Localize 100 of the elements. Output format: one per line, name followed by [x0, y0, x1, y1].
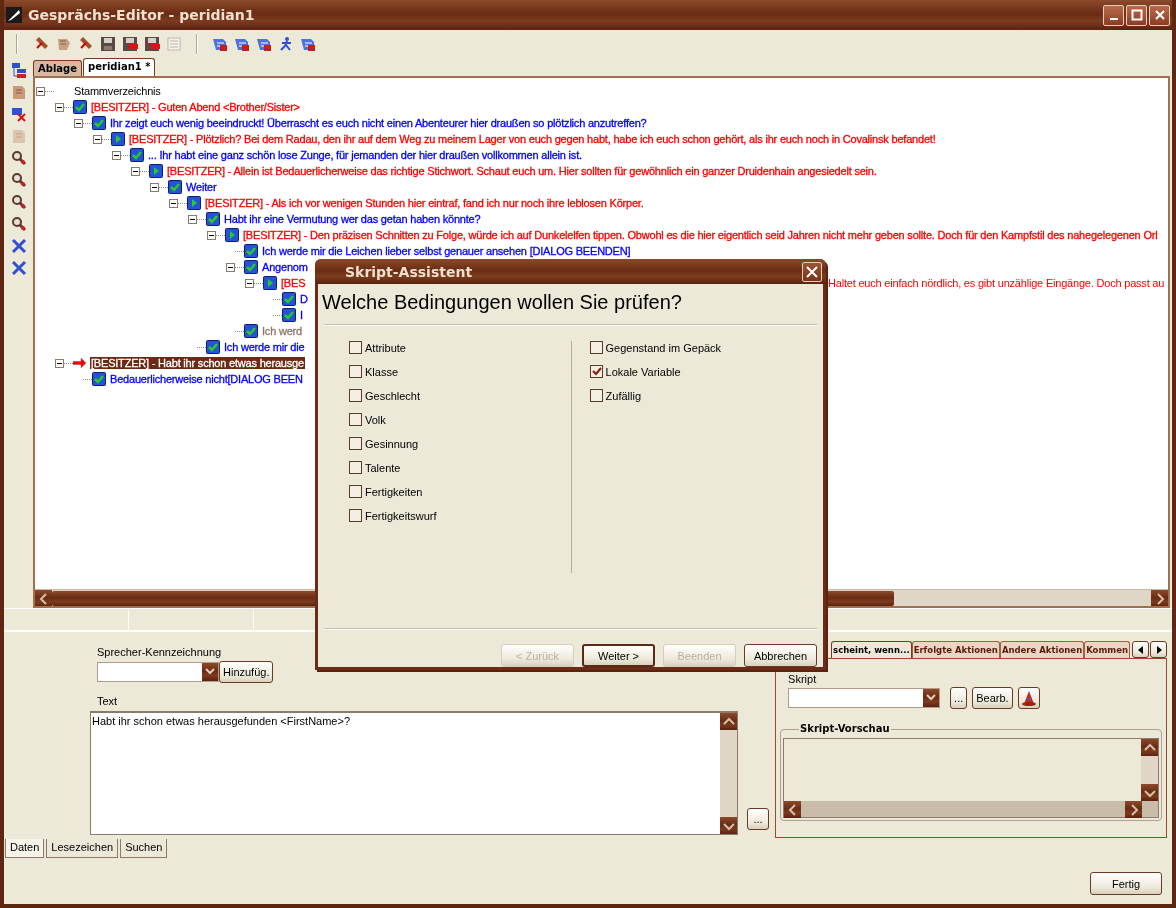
tab-scroll-right-button[interactable] — [1150, 641, 1167, 658]
tree-node-label[interactable]: Haltet euch einfach nördlich, es gibt unzählige Eingänge. Doch passt au — [828, 277, 1165, 289]
checkbox[interactable] — [349, 341, 362, 354]
expander-icon[interactable] — [55, 102, 64, 112]
window-title: Gesprächs-Editor - peridian1 — [28, 7, 256, 23]
check-icon — [92, 372, 106, 386]
panel-tab[interactable]: Lesezeichen — [46, 839, 119, 858]
close-button[interactable] — [802, 261, 822, 282]
expander-icon[interactable] — [245, 278, 254, 288]
scrollbar[interactable] — [720, 713, 737, 834]
browse-button[interactable]: ... — [950, 687, 968, 709]
text-field[interactable]: Habt ihr schon etwas herausgefunden <FirstName>? — [90, 711, 738, 835]
tree-node-label[interactable]: ... Ihr habt eine ganz schön lose Zunge, für jemanden der hier draußen vollkommen allein ist. — [147, 149, 583, 161]
tree-node-label[interactable]: [BESITZER] - Als ich vor wenigen Stunden hier eintraf, fand ich nur noch ihre leblosen Körper. — [204, 197, 645, 209]
floppy-icon[interactable] — [144, 36, 160, 52]
expander-icon[interactable] — [150, 182, 159, 192]
expander-icon[interactable] — [169, 198, 178, 208]
scroll-icon[interactable] — [256, 36, 272, 52]
tree-node-label[interactable]: Ich werde mir die Leichen lieber selbst genauer ansehen [DIALOG BEENDEN] — [261, 245, 632, 257]
cross-icon[interactable] — [10, 238, 27, 254]
panel-tab[interactable]: Kommen — [1084, 641, 1130, 658]
tree-node-label[interactable]: [BESITZER] - Allein ist Bedauerlicherweise das richtige Stichwort. Schaut euch um. Hier sollten für gewöhnlich ein ganzer Druidenhain angesiedelt sein. — [166, 165, 878, 177]
field-label: Sprecher-Kennzeichnung — [97, 646, 222, 660]
tab-scroll-left-button[interactable] — [1132, 641, 1149, 658]
floppy-icon[interactable] — [100, 36, 116, 52]
add-button[interactable]: Hinzufüg. — [219, 661, 274, 683]
checkbox-label: Lokale Variable — [605, 365, 681, 378]
figure-icon[interactable] — [278, 36, 294, 52]
minimize-button[interactable] — [1103, 4, 1124, 26]
expander-icon[interactable] — [55, 358, 64, 368]
checkbox[interactable] — [589, 389, 603, 402]
tree-node-label[interactable]: Ihr zeigt euch wenig beeindruckt! Überrascht es euch nicht einen Abenteurer hier draußen so plötzlich anzutreffen? — [109, 117, 648, 129]
scroll-icon[interactable] — [300, 36, 316, 52]
document-tab[interactable]: peridian1 * — [83, 58, 156, 76]
edit-button[interactable]: Bearb. — [972, 687, 1013, 709]
panel-tab[interactable]: Andere Aktionen — [999, 641, 1085, 658]
tree-node-label[interactable]: [BESITZER] - Guten Abend <Brother/Sister> — [90, 101, 301, 113]
expander-icon[interactable] — [207, 230, 216, 240]
scrollbar[interactable] — [1141, 739, 1158, 801]
expander-icon[interactable] — [226, 262, 235, 272]
checkbox[interactable] — [349, 485, 362, 498]
checkbox[interactable] — [589, 341, 603, 354]
cross-icon[interactable] — [10, 260, 27, 276]
scroll-icon[interactable] — [56, 36, 72, 52]
checkbox[interactable] — [349, 509, 362, 522]
expander-icon[interactable] — [74, 118, 83, 128]
tree-node-label[interactable]: Angenom — [261, 261, 309, 273]
checkbox[interactable] — [589, 365, 603, 378]
panel-tab[interactable]: Suchen — [120, 839, 168, 858]
expander-icon[interactable] — [36, 86, 45, 96]
checkbox[interactable] — [349, 437, 362, 450]
search-icon[interactable] — [10, 216, 27, 232]
more-button[interactable]: ... — [747, 808, 769, 830]
wizard-button[interactable] — [1017, 687, 1040, 709]
panel-tab[interactable]: Daten — [5, 839, 45, 858]
checkbox-label: Geschlecht — [365, 389, 421, 402]
check-icon — [206, 212, 220, 226]
dialog-button[interactable]: Weiter > — [582, 644, 655, 667]
speaker-dropdown[interactable] — [97, 662, 219, 682]
maximize-button[interactable] — [1126, 4, 1147, 26]
expander-icon[interactable] — [131, 166, 140, 176]
expander-icon[interactable] — [188, 214, 197, 224]
scroll-icon[interactable] — [34, 36, 50, 52]
close-button[interactable] — [1149, 4, 1170, 26]
checkbox[interactable] — [349, 389, 362, 402]
checkbox[interactable] — [349, 461, 362, 474]
play-icon — [225, 228, 239, 242]
tree-node-label[interactable]: Bedauerlicherweise nicht[DIALOG BEEN — [109, 373, 304, 385]
tree-node-label[interactable]: D — [299, 293, 309, 305]
tree-node-label[interactable]: Habt ihr eine Vermutung wer das getan haben könnte? — [223, 213, 482, 225]
document-tab[interactable]: Ablage — [33, 60, 82, 76]
tree-node-label[interactable]: [BES — [280, 277, 307, 289]
search-icon[interactable] — [10, 172, 27, 188]
checkbox[interactable] — [349, 413, 362, 426]
tree-root-label[interactable]: Stammverzeichnis — [74, 85, 161, 97]
finish-button[interactable]: Fertig — [1090, 872, 1162, 895]
tree-node-label[interactable]: [BESITZER] - Plötzlich? Bei dem Radau, den ihr auf dem Weg zu meinem Lager von euch gegen habt, habe ich euch schon gehört, als ihr euch noch in Covalinsk befandet! — [128, 133, 937, 145]
tree-icon[interactable] — [10, 62, 27, 78]
script-dropdown[interactable] — [788, 688, 941, 708]
tree-node-label[interactable]: Weiter — [185, 181, 218, 193]
expander-icon[interactable] — [112, 150, 121, 160]
tree-node-label[interactable]: Ich werd — [261, 325, 303, 337]
floppy-icon[interactable] — [122, 36, 138, 52]
scroll-icon[interactable] — [212, 36, 228, 52]
page-icon[interactable] — [10, 84, 27, 100]
delete-icon[interactable] — [10, 106, 27, 122]
panel-tab[interactable]: Erfolgte Aktionen — [911, 641, 1000, 658]
checkbox[interactable] — [349, 365, 362, 378]
scroll-icon[interactable] — [78, 36, 94, 52]
search-icon[interactable] — [10, 150, 27, 166]
tree-node-label[interactable]: [BESITZER] - Habt ihr schon etwas herausge — [90, 357, 305, 369]
panel-tab[interactable]: scheint, wenn... — [831, 641, 912, 658]
scroll-icon[interactable] — [234, 36, 250, 52]
search-icon[interactable] — [10, 194, 27, 210]
tree-node-label[interactable]: [BESITZER] - Den präzisen Schnitten zu Folge, würde ich auf Dunkelelfen tippen. Obwohl es die hier eigentlich seid Jahren nicht mehr geben sollte. Doch für den Kampfstil des nahegelegenen Orl — [242, 229, 1159, 241]
field-label: Skript — [788, 673, 818, 685]
dialog-button[interactable]: Abbrechen — [744, 644, 817, 667]
tree-node-label[interactable]: Ich werde mir die — [223, 341, 306, 353]
expander-icon[interactable] — [93, 134, 102, 144]
tree-node-label[interactable]: I — [299, 309, 304, 321]
